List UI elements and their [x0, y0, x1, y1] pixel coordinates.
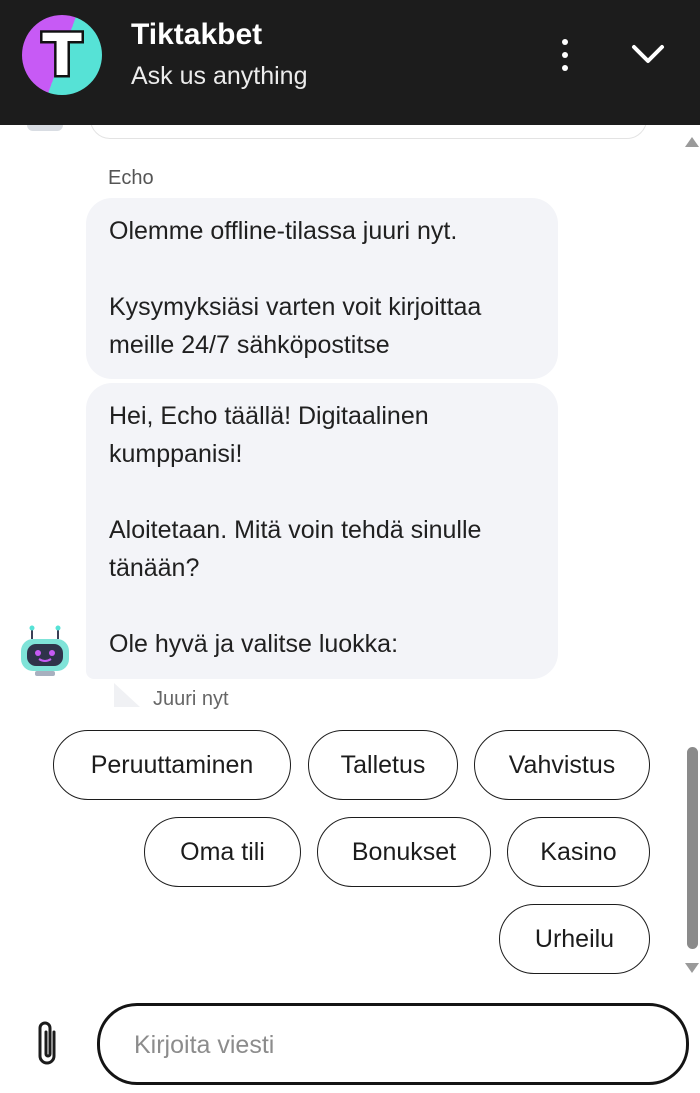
- scroll-down-arrow-icon[interactable]: [685, 963, 699, 973]
- quick-reply-urheilu[interactable]: Urheilu: [499, 904, 650, 974]
- message-text: Ole hyvä ja valitse luokka:: [109, 630, 399, 658]
- message-timestamp: Juuri nyt: [153, 688, 229, 710]
- bot-avatar-icon: [21, 625, 69, 676]
- message-text: Hei, Echo täällä! Digitaalinen kumppanis…: [109, 402, 429, 468]
- scroll-up-arrow-icon[interactable]: [685, 137, 699, 147]
- previous-message-bubble: [90, 125, 647, 139]
- scroll-thumb[interactable]: [687, 747, 698, 949]
- chat-subtitle: Ask us anything: [131, 62, 308, 90]
- message-text: Kysymyksiäsi varten voit kirjoittaa meil…: [109, 293, 482, 359]
- quick-reply-oma-tili[interactable]: Oma tili: [144, 817, 301, 887]
- more-vertical-icon[interactable]: [548, 35, 582, 75]
- brand-logo: T: [22, 15, 102, 95]
- chat-title: Tiktakbet: [131, 18, 263, 51]
- bubble-tail: [114, 683, 140, 707]
- chevron-down-icon[interactable]: [630, 38, 666, 70]
- chat-header: T Tiktakbet Ask us anything: [0, 0, 700, 125]
- quick-reply-kasino[interactable]: Kasino: [507, 817, 650, 887]
- message-input[interactable]: [132, 1006, 656, 1084]
- paperclip-icon[interactable]: [32, 1018, 62, 1070]
- logo-letter: T: [40, 21, 85, 89]
- message-input-container[interactable]: [97, 1003, 689, 1085]
- quick-reply-talletus[interactable]: Talletus: [308, 730, 458, 800]
- quick-reply-bonukset[interactable]: Bonukset: [317, 817, 491, 887]
- message-bubble-greeting: Hei, Echo täällä! Digitaalinen kumppanis…: [86, 383, 558, 679]
- message-text: Olemme offline-tilassa juuri nyt.: [109, 217, 458, 245]
- previous-avatar: [27, 125, 63, 131]
- sender-name: Echo: [108, 167, 154, 189]
- message-text: Aloitetaan. Mitä voin tehdä sinulle tänä…: [109, 516, 482, 582]
- quick-reply-vahvistus[interactable]: Vahvistus: [474, 730, 650, 800]
- quick-reply-peruuttaminen[interactable]: Peruuttaminen: [53, 730, 291, 800]
- chat-scrollbar[interactable]: [680, 125, 700, 985]
- message-bubble-offline: Olemme offline-tilassa juuri nyt. Kysymy…: [86, 198, 558, 379]
